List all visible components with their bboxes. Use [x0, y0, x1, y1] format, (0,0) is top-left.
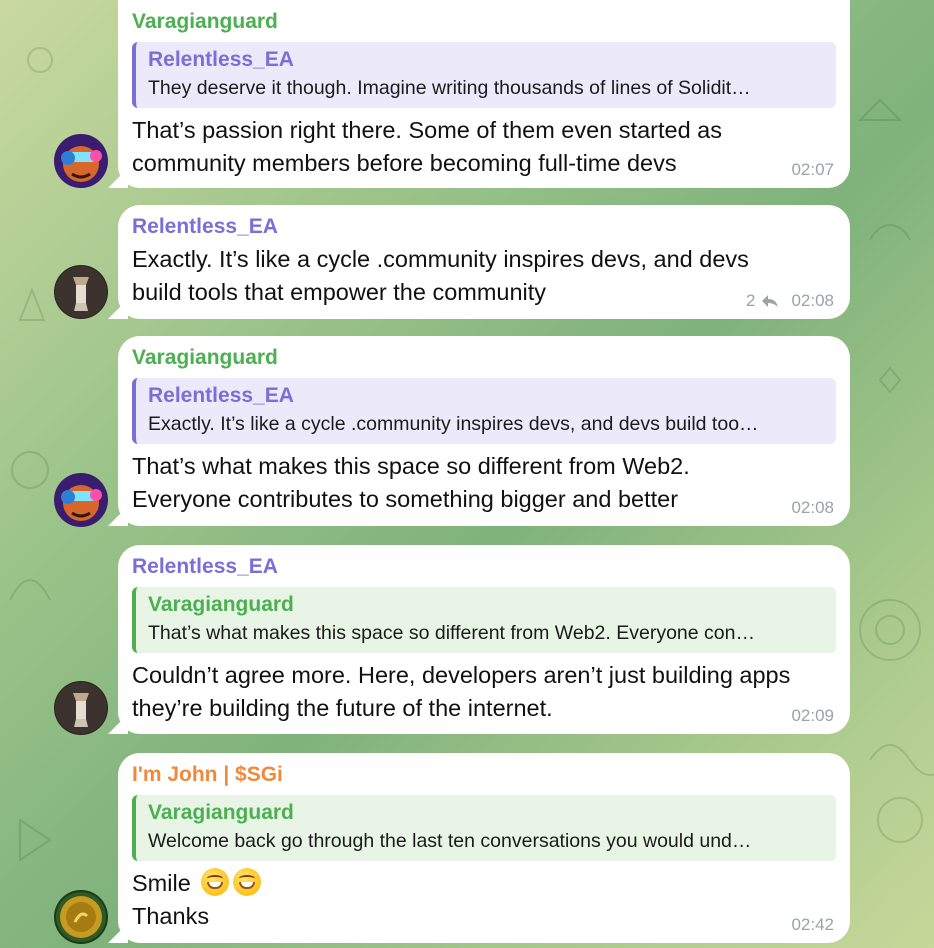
sender-name[interactable]: Relentless_EA [132, 213, 836, 241]
message-bubble[interactable]: Relentless_EA Exactly. It’s like a cycle… [118, 205, 850, 319]
message-text-line: Everyone contributes to something bigger… [132, 486, 679, 512]
message-meta: 2 02:08 [746, 291, 834, 311]
reply-quote[interactable]: Relentless_EA Exactly. It’s like a cycle… [132, 378, 836, 444]
reply-quote[interactable]: Varagianguard That’s what makes this spa… [132, 587, 836, 653]
message-meta: 02:42 [791, 915, 834, 935]
avatar[interactable] [54, 890, 108, 944]
message-meta: 02:08 [791, 498, 834, 518]
message-text-line: Thanks [132, 903, 210, 929]
message-bubble[interactable]: Relentless_EA Varagianguard That’s what … [118, 545, 850, 734]
reply-text: They deserve it though. Imagine writing … [148, 77, 751, 99]
avatar[interactable] [54, 265, 108, 319]
reply-sender-name: Relentless_EA [148, 384, 294, 407]
sender-name[interactable]: Varagianguard [132, 8, 836, 36]
sender-name[interactable]: Relentless_EA [132, 553, 836, 581]
reply-sender-name: Relentless_EA [148, 48, 294, 71]
message-time: 02:08 [791, 498, 834, 517]
message-text-line: Couldn’t agree more. Here, developers ar… [132, 662, 791, 688]
reply-sender-name: Varagianguard [148, 593, 294, 616]
message-time: 02:09 [791, 706, 834, 725]
sender-name[interactable]: Varagianguard [132, 344, 836, 372]
avatar-chess-image [54, 681, 108, 735]
avatar-chess-image [54, 265, 108, 319]
avatar[interactable] [54, 134, 108, 188]
message-bubble[interactable]: Varagianguard Relentless_EA They deserve… [118, 0, 850, 188]
reply-text: Welcome back go through the last ten con… [148, 830, 752, 852]
message-text-line: they’re building the future of the inter… [132, 695, 553, 721]
reply-quote[interactable]: Varagianguard Welcome back go through th… [132, 795, 836, 861]
message-bubble[interactable]: Varagianguard Relentless_EA Exactly. It’… [118, 336, 850, 526]
message-time: 02:08 [791, 291, 834, 310]
message-text-line: That’s passion right there. Some of them… [132, 117, 722, 143]
avatar[interactable] [54, 681, 108, 735]
message-text-line: Exactly. It’s like a cycle .community in… [132, 246, 749, 272]
reply-sender-name: Varagianguard [148, 801, 294, 824]
message-text-line: community members before becoming full-t… [132, 150, 677, 176]
avatar-robot-image [54, 473, 108, 527]
message-text-line: That’s what makes this space so differen… [132, 453, 690, 479]
reply-count[interactable]: 2 [746, 291, 755, 311]
avatar[interactable] [54, 473, 108, 527]
message-bubble[interactable]: I'm John | $SGi Varagianguard Welcome ba… [118, 753, 850, 943]
message-meta: 02:09 [791, 706, 834, 726]
message-text-line: build tools that empower the community [132, 279, 547, 305]
avatar-robot-image [54, 134, 108, 188]
grinning-face-emoji-icon [201, 868, 230, 896]
avatar-coin-image [54, 890, 108, 944]
reply-arrow-icon[interactable] [761, 294, 779, 308]
reply-text: Exactly. It’s like a cycle .community in… [148, 413, 759, 435]
sender-name[interactable]: I'm John | $SGi [132, 761, 836, 789]
message-meta: 02:07 [791, 160, 834, 180]
message-time: 02:07 [791, 160, 834, 179]
reply-quote[interactable]: Relentless_EA They deserve it though. Im… [132, 42, 836, 108]
message-text: Smile [132, 870, 191, 896]
reply-text: That’s what makes this space so differen… [148, 622, 755, 644]
grinning-face-emoji-icon [233, 868, 262, 896]
message-time: 02:42 [791, 915, 834, 934]
message-text-line: Smile [132, 867, 836, 900]
